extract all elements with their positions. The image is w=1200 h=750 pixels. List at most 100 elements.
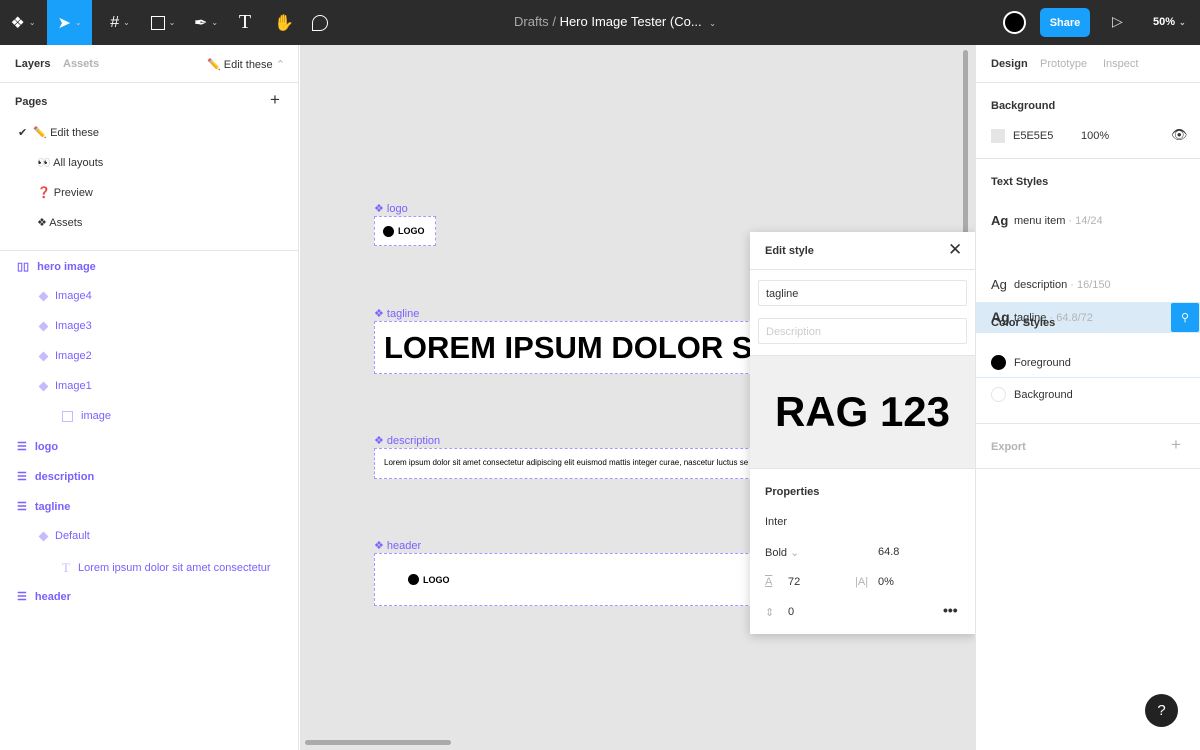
font-size-input[interactable]: 64.8 [878,546,899,558]
style-preview: RAG 123 [750,355,975,469]
left-panel: Layers Assets ✏️ Edit these ⌃ Pages + ✔ … [0,45,299,750]
letter-spacing-input[interactable]: 0% [878,576,894,588]
font-weight-select[interactable]: Bold ⌄ [765,546,799,559]
preview-text: RAG 123 [774,388,951,435]
add-export-icon[interactable]: + [1171,435,1181,455]
close-icon[interactable]: ✕ [948,240,962,260]
page-item-assets[interactable]: ❖ Assets [37,216,82,229]
edit-style-popup: Edit style ✕ tagline Description RAG 123… [750,232,975,634]
help-icon: ? [1157,702,1166,719]
logo-frame[interactable]: LOGO [374,216,436,246]
font-family-select[interactable]: Inter [765,516,787,528]
layer-tagline[interactable]: ☰ tagline [17,500,71,514]
breadcrumb-drafts[interactable]: Drafts [514,14,549,29]
layer-image4[interactable]: Image4 [38,290,92,302]
layer-label: Default [55,530,90,542]
label-text: description [386,435,441,447]
layer-label: image [81,410,111,422]
layer-image3[interactable]: Image3 [38,320,92,332]
rows-icon: ☰ [17,441,27,453]
page-item-edit-these[interactable]: ✔ ✏️ Edit these [18,126,99,139]
pages-title: Pages [15,96,48,108]
layer-label: Image3 [55,320,92,332]
avatar[interactable] [1003,11,1026,34]
tab-design[interactable]: Design [991,58,1028,70]
help-button[interactable]: ? [1145,694,1178,727]
layer-image1[interactable]: Image1 [38,380,92,392]
chevron-down-icon: ⌄ [709,19,716,28]
edit-style-adjust-icon[interactable]: ⚲ [1171,303,1199,332]
breadcrumb-separator: / [552,14,556,29]
export-title: Export [991,441,1026,453]
right-panel: Design Prototype Inspect Background E5E5… [975,45,1200,750]
page-label: ✏️ Edit these [33,127,100,139]
frame-label-header[interactable]: ❖ header [374,539,421,552]
page-label: ❖ Assets [37,217,83,229]
vertical-scrollbar[interactable] [963,50,968,235]
tab-layers[interactable]: Layers [15,58,50,70]
layer-label: Lorem ipsum dolor sit amet consectetur [77,562,271,574]
text-icon: T [62,560,70,575]
line-height-input[interactable]: 72 [788,576,800,588]
add-page-icon[interactable]: + [270,90,280,110]
tab-assets[interactable]: Assets [63,58,99,70]
divider [0,250,299,251]
style-name: menu item [1014,215,1066,227]
layer-header[interactable]: ☰ header [17,590,71,604]
layer-hero-image[interactable]: ▯▯ hero image [17,260,96,274]
tab-inspect[interactable]: Inspect [1103,58,1138,70]
frame-label-description[interactable]: ❖ description [374,434,440,447]
frame-label-tagline[interactable]: ❖ tagline [374,307,419,320]
style-name-input[interactable]: tagline [758,280,967,306]
layer-image[interactable]: image [62,410,111,422]
more-options-icon[interactable]: ••• [943,602,958,618]
style-description-input[interactable]: Description [758,318,967,344]
horizontal-scrollbar[interactable] [305,740,451,745]
background-title: Background [991,100,1056,112]
color-style-background[interactable]: Background [976,379,1200,409]
page-label: 👀 All layouts [37,157,104,169]
layer-label: tagline [34,500,71,513]
background-opacity-input[interactable]: 100% [1081,130,1109,142]
color-swatch [991,355,1006,370]
tab-prototype[interactable]: Prototype [1040,58,1087,70]
present-play-icon[interactable]: ▷ [1112,13,1123,30]
background-hex-input[interactable]: E5E5E5 [1013,130,1053,142]
input-placeholder: Description [766,326,822,338]
share-button[interactable]: Share [1040,8,1090,37]
paragraph-spacing-input[interactable]: 0 [788,606,794,618]
chevron-down-icon: ⌄ [790,547,800,559]
logo-circle-icon [383,225,394,237]
background-swatch[interactable] [991,129,1005,143]
text-style-menu-item[interactable]: Ag menu item · 14/24 [976,205,1200,235]
page-label: ❓ Preview [37,187,93,199]
color-swatch [991,387,1006,402]
component-icon [38,531,49,541]
header-logo-text: LOGO [423,574,450,585]
page-selector[interactable]: ✏️ Edit these ⌃ [207,58,285,71]
page-item-all-layouts[interactable]: 👀 All layouts [37,156,103,169]
layer-default[interactable]: Default [38,530,90,542]
color-styles-title: Color Styles [991,317,1056,329]
color-style-foreground[interactable]: Foreground [976,347,1200,377]
layer-description[interactable]: ☰ description [17,470,94,484]
layer-label: Image2 [55,350,92,362]
layer-label: Image4 [55,290,92,302]
file-name: Hero Image Tester (Co... [559,14,702,29]
layer-image2[interactable]: Image2 [38,350,92,362]
tagline-text: LOREM IPSUM DOLOR SIT [384,330,781,365]
style-meta: · 16/150 [1070,279,1111,291]
component-icon [38,381,49,391]
line-height-icon: A [765,576,773,588]
ag-icon: Ag [991,277,1007,292]
eye-icon[interactable]: 👁 [1171,127,1188,143]
page-item-preview[interactable]: ❓ Preview [37,186,93,199]
layer-lorem-text[interactable]: T Lorem ipsum dolor sit amet consectetur [62,560,271,576]
layer-logo[interactable]: ☰ logo [17,440,59,454]
zoom-dropdown[interactable]: 50% ⌄ [1153,16,1186,28]
label-text: tagline [386,308,420,320]
frame-label-logo[interactable]: ❖ logo [374,202,408,215]
layer-label: logo [34,440,59,453]
rows-icon: ☰ [17,501,27,513]
text-style-description[interactable]: Ag description · 16/150 [976,269,1200,299]
